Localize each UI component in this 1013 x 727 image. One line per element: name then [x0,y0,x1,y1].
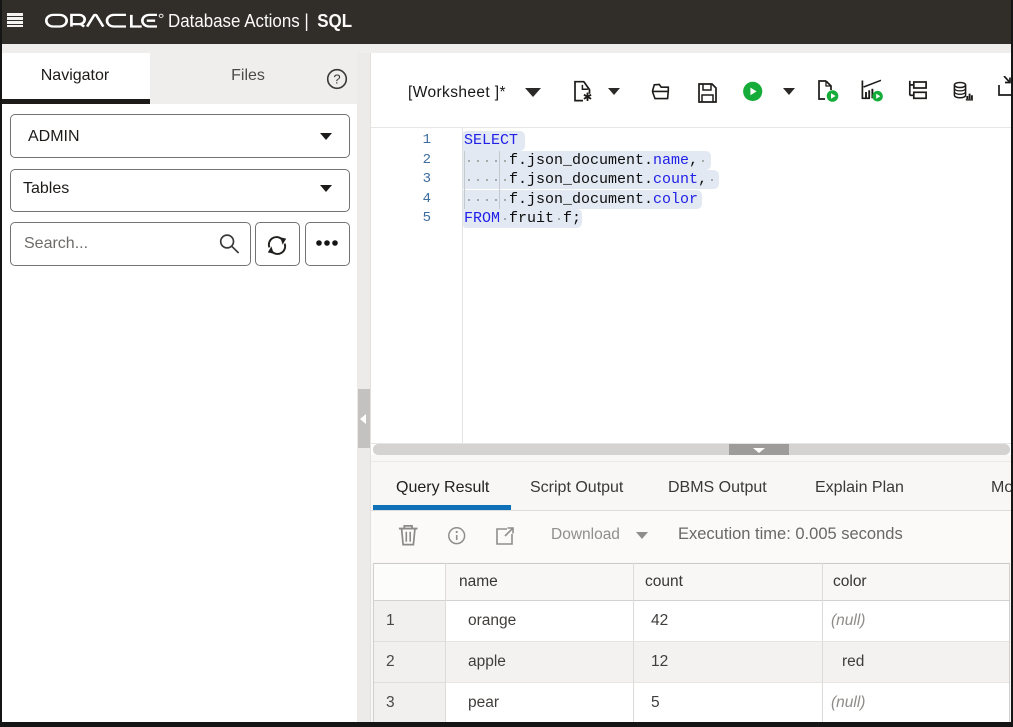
svg-text:?: ? [333,72,340,87]
